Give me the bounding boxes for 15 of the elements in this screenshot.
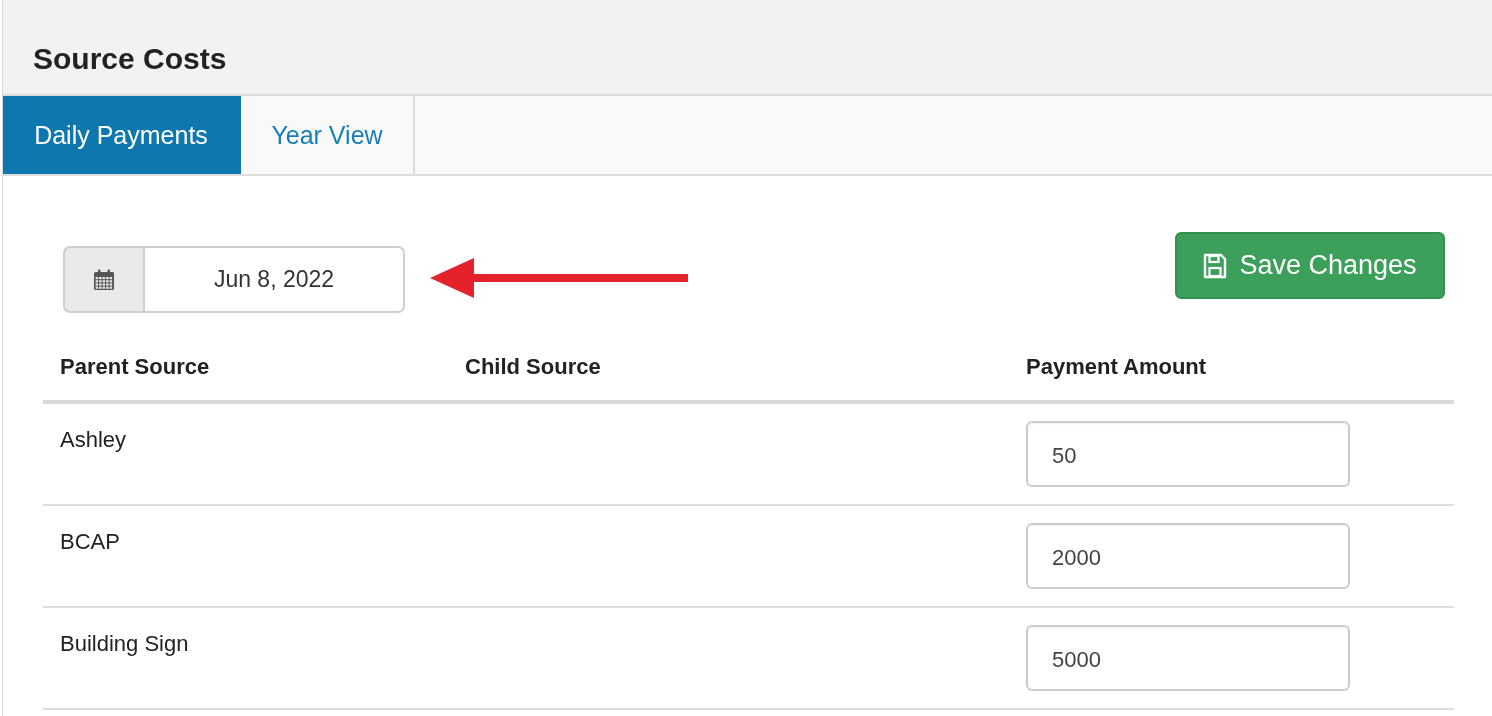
save-icon bbox=[1203, 252, 1228, 279]
table-cell-text: BCAP bbox=[60, 528, 120, 556]
calendar-icon bbox=[93, 268, 115, 291]
date-field[interactable]: Jun 8, 2022 bbox=[145, 246, 405, 313]
column-header: Child Source bbox=[465, 354, 601, 379]
amount-field[interactable]: 5000 bbox=[1026, 625, 1350, 691]
calendar-addon[interactable] bbox=[63, 246, 145, 313]
column-header: Parent Source bbox=[60, 354, 210, 379]
amount-field[interactable]: 2000 bbox=[1026, 523, 1350, 589]
amount-field[interactable]: 50 bbox=[1026, 421, 1350, 487]
panel-title: Source Costs bbox=[33, 42, 227, 76]
table-cell-text: Ashley bbox=[60, 426, 127, 454]
tab[interactable]: Daily Payments bbox=[3, 96, 241, 174]
table-cell-text: Building Sign bbox=[60, 630, 189, 658]
column-header: Payment Amount bbox=[1026, 354, 1207, 379]
